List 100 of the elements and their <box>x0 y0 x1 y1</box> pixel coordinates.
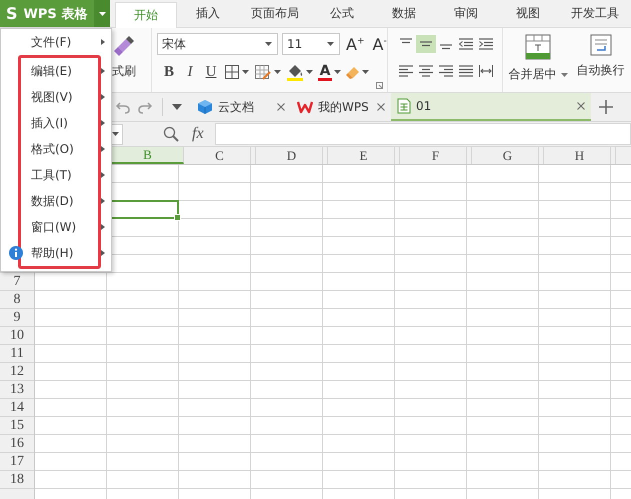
column-header[interactable]: D <box>256 147 328 164</box>
dropdown-button[interactable] <box>94 0 110 27</box>
ribbon-tab[interactable]: 审阅 <box>435 0 497 27</box>
row-header[interactable]: 15 <box>0 417 34 435</box>
font-size-button[interactable]: A$^{+}$ <box>344 34 366 54</box>
underline-button[interactable]: U <box>203 64 219 80</box>
submenu-arrow-icon <box>101 198 105 204</box>
row-header[interactable]: 18 <box>0 471 34 489</box>
zoom-icon[interactable] <box>163 126 179 142</box>
align-button[interactable] <box>416 35 436 53</box>
font-size-button[interactable]: A$^{-}$ <box>370 34 389 54</box>
submenu-arrow-icon <box>101 172 105 178</box>
column-header[interactable]: E <box>328 147 400 164</box>
formula-input[interactable] <box>214 123 631 145</box>
column-header[interactable]: F <box>400 147 472 164</box>
ribbon-tab[interactable]: 开始 <box>115 2 177 28</box>
row-header[interactable]: 10 <box>0 327 34 345</box>
ribbon-tab[interactable]: 数据 <box>373 0 435 27</box>
column-header[interactable]: C <box>184 147 256 164</box>
ribbon-tab[interactable]: 插入 <box>177 0 239 27</box>
menu-item[interactable]: 数据(D) <box>31 188 93 214</box>
row-header[interactable]: 8 <box>0 291 34 309</box>
caret-icon <box>327 42 334 46</box>
row-header[interactable]: 14 <box>0 399 34 417</box>
align-left-icon <box>399 65 413 77</box>
row-header[interactable]: 16 <box>0 435 34 453</box>
submenu-arrow-icon <box>101 39 105 45</box>
submenu-arrow-icon <box>101 250 105 256</box>
submenu-arrow-icon <box>101 68 105 74</box>
brush-icon[interactable] <box>112 33 136 57</box>
caret-icon <box>560 72 568 76</box>
align-outdent-icon <box>459 38 473 50</box>
column-header[interactable]: G <box>472 147 544 164</box>
menu-item[interactable]: 视图(V) <box>31 84 93 110</box>
close-icon[interactable] <box>277 103 285 111</box>
close-icon[interactable] <box>577 102 585 110</box>
caret-icon <box>274 70 281 74</box>
document-tab[interactable]: 云文档 <box>191 93 291 121</box>
font-size-dropdown[interactable]: 11 <box>282 33 340 55</box>
dialog-launcher-icon[interactable] <box>376 82 383 89</box>
italic-button[interactable]: I <box>182 64 198 80</box>
menu-item[interactable]: 编辑(E) <box>31 58 93 84</box>
align-indent-icon <box>479 38 493 50</box>
close-icon[interactable] <box>377 103 385 111</box>
align-top-icon <box>399 38 413 44</box>
align-justify-icon <box>459 65 473 77</box>
caret-icon <box>98 12 106 16</box>
align-button[interactable] <box>476 62 496 80</box>
caret-icon <box>306 70 313 74</box>
caret-icon <box>362 70 369 74</box>
ribbon-tab[interactable]: 开发工具 <box>559 0 631 27</box>
caret-icon <box>265 42 272 46</box>
align-center-icon <box>419 65 433 77</box>
wrap-text-icon <box>590 34 612 56</box>
function-button[interactable]: fx <box>192 125 204 143</box>
row-header[interactable]: 9 <box>0 309 34 327</box>
menu-item[interactable]: 格式(O) <box>31 136 93 162</box>
align-distributed-icon <box>479 65 493 77</box>
submenu-arrow-icon <box>101 146 105 152</box>
row-header[interactable]: 17 <box>0 453 34 471</box>
align-right-icon <box>439 65 453 77</box>
plus-icon[interactable] <box>599 100 613 114</box>
align-middle-icon <box>419 41 433 47</box>
border-icon[interactable] <box>224 64 240 80</box>
caret-icon <box>242 70 249 74</box>
document-tab[interactable]: 我的WPS <box>291 93 391 121</box>
submenu-arrow-icon <box>101 120 105 126</box>
row-header[interactable]: 13 <box>0 381 34 399</box>
paint-bucket-icon[interactable] <box>286 63 304 81</box>
row-header[interactable]: 7 <box>0 273 34 291</box>
info-icon <box>9 246 23 260</box>
menu-item[interactable]: 工具(T) <box>31 162 93 188</box>
table-style-icon[interactable] <box>254 64 272 80</box>
row-header[interactable]: 11 <box>0 345 34 363</box>
wrap-text-button[interactable]: 自动换行 <box>573 28 628 92</box>
document-tab[interactable]: 01 <box>391 93 591 121</box>
merge-center-button[interactable]: 合并居中 <box>503 28 573 92</box>
font-color-button[interactable]: A <box>318 64 332 80</box>
menu-item[interactable]: 插入(I) <box>31 110 93 136</box>
submenu-arrow-icon <box>101 94 105 100</box>
submenu-arrow-icon <box>101 224 105 230</box>
ribbon-tab[interactable]: 页面布局 <box>239 0 311 27</box>
name-box[interactable] <box>112 124 123 144</box>
menu-item[interactable]: 帮助(H) <box>31 240 93 266</box>
w-logo-icon <box>297 100 313 114</box>
ribbon-tab[interactable]: 视图 <box>497 0 559 27</box>
caret-icon <box>112 132 119 136</box>
merge-cells-icon <box>525 34 551 60</box>
row-header[interactable]: 12 <box>0 363 34 381</box>
column-header[interactable]: H <box>544 147 616 164</box>
ribbon-tab[interactable]: 公式 <box>311 0 373 27</box>
cube-icon <box>197 99 213 115</box>
spreadsheet-icon <box>397 98 411 114</box>
format-painter-label: 式刷 <box>112 63 136 80</box>
caret-icon <box>334 70 341 74</box>
font-name-dropdown[interactable]: 宋体 <box>157 33 278 55</box>
caret-icon[interactable] <box>172 104 182 110</box>
bold-button[interactable]: B <box>161 64 177 80</box>
menu-item[interactable]: 文件(F) <box>31 29 93 55</box>
menu-item[interactable]: 窗口(W) <box>31 214 93 240</box>
